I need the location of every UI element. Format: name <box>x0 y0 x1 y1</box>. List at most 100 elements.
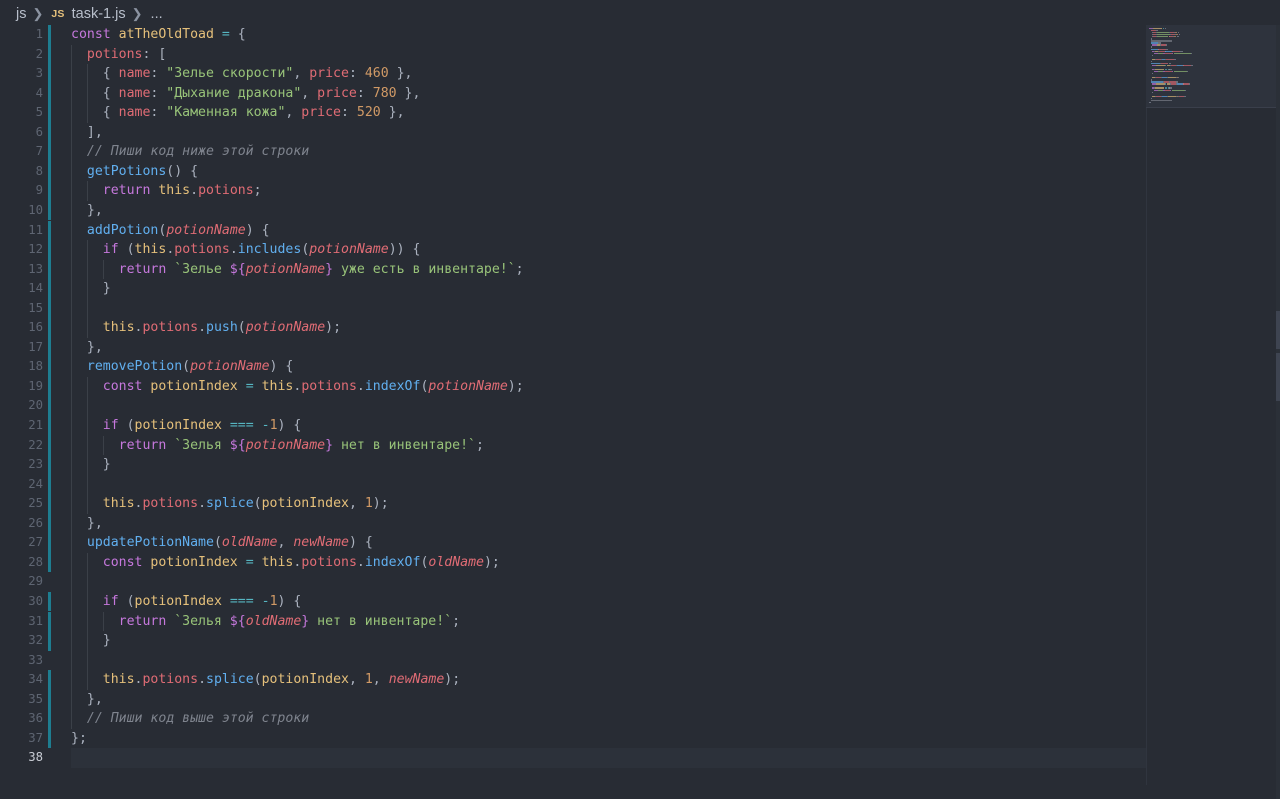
code-text[interactable]: ], <box>71 123 103 143</box>
code-text[interactable]: this.potions.splice(potionIndex, 1); <box>71 494 389 514</box>
code-line[interactable]: 21 if (potionIndex === -1) { <box>0 416 1146 436</box>
git-change-marker[interactable] <box>48 318 51 338</box>
code-line[interactable]: 24 <box>0 474 1146 495</box>
code-text[interactable]: return this.potions; <box>71 181 262 201</box>
git-change-marker[interactable] <box>48 709 51 729</box>
code-line[interactable]: 22 return `Зелья ${potionName} нет в инв… <box>0 435 1146 456</box>
git-change-marker[interactable] <box>48 455 51 475</box>
code-line[interactable]: 23 } <box>0 455 1146 475</box>
code-text[interactable]: { name: "Дыхание дракона", price: 780 }, <box>71 84 421 104</box>
git-change-marker[interactable] <box>48 728 51 749</box>
code-text[interactable]: }, <box>71 201 103 221</box>
breadcrumb-more[interactable]: ... <box>151 6 163 22</box>
git-change-marker[interactable] <box>48 552 51 573</box>
code-line[interactable]: 17 }, <box>0 337 1146 358</box>
git-change-marker[interactable] <box>48 513 51 534</box>
code-text[interactable]: return `Зелья ${oldName} нет в инвентаре… <box>71 612 460 632</box>
code-line[interactable]: 8 getPotions() { <box>0 161 1146 182</box>
git-change-marker[interactable] <box>48 103 51 123</box>
code-text[interactable]: addPotion(potionName) { <box>71 221 270 241</box>
code-line[interactable]: 20 <box>0 396 1146 416</box>
code-line[interactable]: 36 // Пиши код выше этой строки <box>0 709 1146 729</box>
code-line[interactable]: 37}; <box>0 728 1146 749</box>
code-line[interactable]: 13 return `Зелье ${potionName} уже есть … <box>0 259 1146 280</box>
code-line[interactable]: 14 } <box>0 279 1146 299</box>
code-line[interactable]: 26 }, <box>0 513 1146 534</box>
git-change-marker[interactable] <box>48 631 51 651</box>
code-text[interactable]: if (potionIndex === -1) { <box>71 416 302 436</box>
code-line[interactable]: 15 <box>0 298 1146 319</box>
git-change-marker[interactable] <box>48 279 51 299</box>
code-editor[interactable]: 1 const atTheOldToad = {2 potions: [3 { n… <box>0 25 1146 785</box>
code-line[interactable]: 28 const potionIndex = this.potions.inde… <box>0 552 1146 573</box>
code-text[interactable]: const atTheOldToad = { <box>71 25 246 45</box>
git-change-marker[interactable] <box>48 670 51 690</box>
code-text[interactable]: updatePotionName(oldName, newName) { <box>71 533 373 553</box>
code-line[interactable]: 18 removePotion(potionName) { <box>0 357 1146 377</box>
git-change-marker[interactable] <box>48 591 51 612</box>
git-change-marker[interactable] <box>48 259 51 280</box>
git-change-marker[interactable] <box>48 435 51 456</box>
code-line[interactable]: 30 if (potionIndex === -1) { <box>0 591 1146 612</box>
git-change-marker[interactable] <box>48 161 51 182</box>
code-line[interactable]: 27 updatePotionName(oldName, newName) { <box>0 533 1146 553</box>
git-change-marker[interactable] <box>48 611 51 632</box>
code-line[interactable]: 25 this.potions.splice(potionIndex, 1); <box>0 494 1146 514</box>
git-change-marker[interactable] <box>48 181 51 201</box>
breadcrumb-folder[interactable]: js <box>16 6 26 22</box>
code-text[interactable]: // Пиши код ниже этой строки <box>71 142 309 162</box>
code-line[interactable]: 29 <box>0 572 1146 592</box>
code-text[interactable]: } <box>71 455 111 475</box>
code-line[interactable]: 33 <box>0 651 1146 671</box>
code-text[interactable]: return `Зелья ${potionName} нет в инвент… <box>71 436 484 456</box>
code-line[interactable]: 38 <box>0 748 1146 768</box>
code-text[interactable]: getPotions() { <box>71 162 198 182</box>
code-line[interactable]: 32 } <box>0 631 1146 651</box>
code-text[interactable]: const potionIndex = this.potions.indexOf… <box>71 377 524 397</box>
git-change-marker[interactable] <box>48 416 51 436</box>
code-text[interactable]: this.potions.splice(potionIndex, 1, newN… <box>71 670 460 690</box>
code-line[interactable]: 16 this.potions.push(potionName); <box>0 318 1146 338</box>
code-text[interactable]: const potionIndex = this.potions.indexOf… <box>71 553 500 573</box>
code-line[interactable]: 34 this.potions.splice(potionIndex, 1, n… <box>0 670 1146 690</box>
code-line[interactable]: 4 { name: "Дыхание дракона", price: 780 … <box>0 83 1146 104</box>
code-line[interactable]: 19 const potionIndex = this.potions.inde… <box>0 376 1146 397</box>
code-text[interactable]: } <box>71 279 111 299</box>
git-change-marker[interactable] <box>48 220 51 241</box>
code-text[interactable]: // Пиши код выше этой строки <box>71 709 309 729</box>
git-change-marker[interactable] <box>48 200 51 221</box>
code-line[interactable]: 6 ], <box>0 122 1146 143</box>
code-text[interactable]: }, <box>71 514 103 534</box>
git-change-marker[interactable] <box>48 122 51 143</box>
git-change-marker[interactable] <box>48 357 51 377</box>
git-change-marker[interactable] <box>48 64 51 84</box>
git-change-marker[interactable] <box>48 494 51 514</box>
code-text[interactable]: potions: [ <box>71 45 166 65</box>
code-text[interactable]: } <box>71 631 111 651</box>
git-change-marker[interactable] <box>48 337 51 358</box>
git-change-marker[interactable] <box>48 474 51 495</box>
git-change-marker[interactable] <box>48 44 51 65</box>
code-line[interactable]: 35 }, <box>0 689 1146 710</box>
code-text[interactable]: if (this.potions.includes(potionName)) { <box>71 240 421 260</box>
code-line[interactable]: 3 { name: "Зелье скорости", price: 460 }… <box>0 64 1146 84</box>
code-line[interactable]: 10 }, <box>0 200 1146 221</box>
git-change-marker[interactable] <box>48 142 51 162</box>
code-text[interactable]: if (potionIndex === -1) { <box>71 592 302 612</box>
code-text[interactable]: removePotion(potionName) { <box>71 357 293 377</box>
code-text[interactable]: }; <box>71 729 87 749</box>
code-text[interactable]: { name: "Каменная кожа", price: 520 }, <box>71 103 405 123</box>
git-change-marker[interactable] <box>48 240 51 260</box>
code-line[interactable]: 1 const atTheOldToad = { <box>0 25 1146 45</box>
git-change-marker[interactable] <box>48 25 51 45</box>
code-line[interactable]: 2 potions: [ <box>0 44 1146 65</box>
code-text[interactable]: return `Зелье ${potionName} уже есть в и… <box>71 260 524 280</box>
code-line[interactable]: 12 if (this.potions.includes(potionName)… <box>0 240 1146 260</box>
code-line[interactable]: 7 // Пиши код ниже этой строки <box>0 142 1146 162</box>
code-line[interactable]: 11 addPotion(potionName) { <box>0 220 1146 241</box>
git-change-marker[interactable] <box>48 298 51 319</box>
git-change-marker[interactable] <box>48 689 51 710</box>
code-text[interactable]: this.potions.push(potionName); <box>71 318 341 338</box>
code-text[interactable]: { name: "Зелье скорости", price: 460 }, <box>71 64 413 84</box>
git-change-marker[interactable] <box>48 396 51 416</box>
